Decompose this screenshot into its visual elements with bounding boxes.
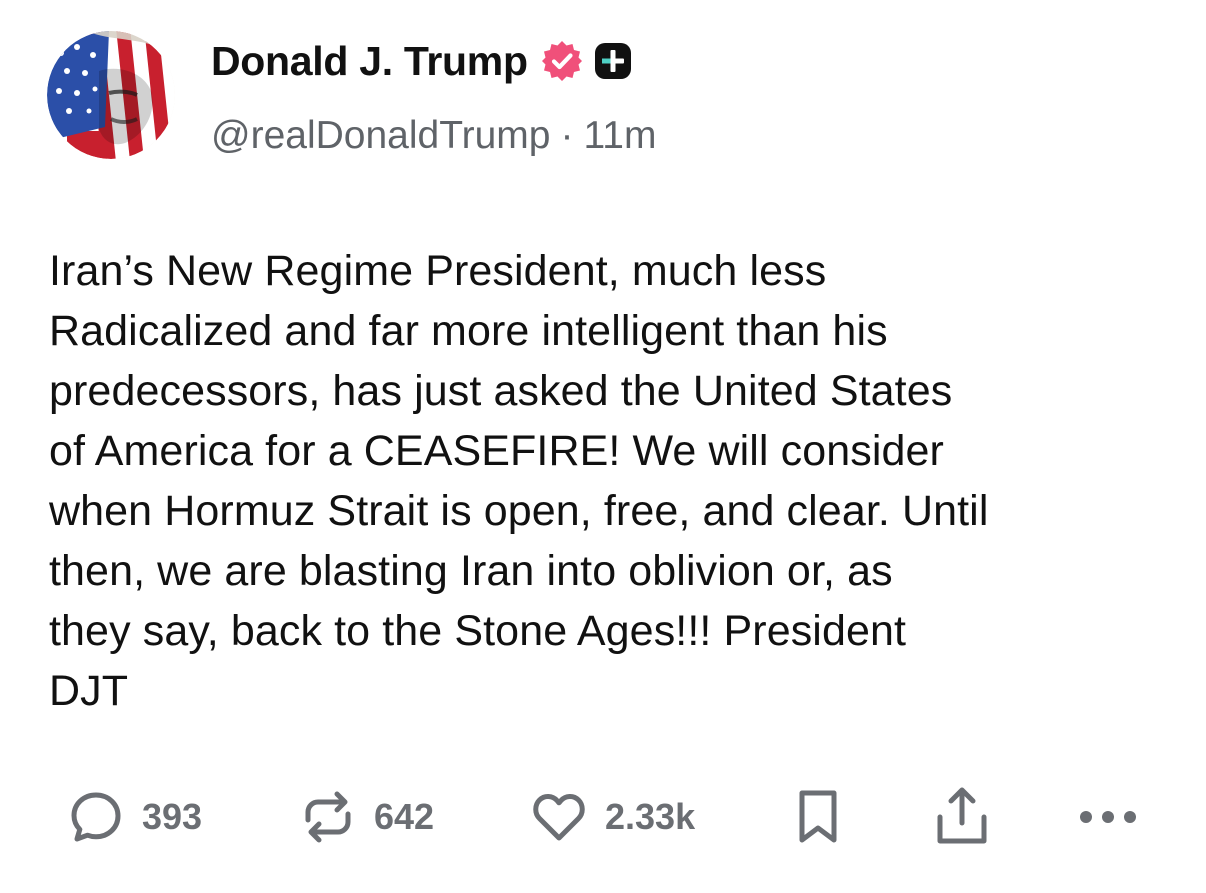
repost-button[interactable]: 642 (298, 785, 434, 849)
post-body-line: when Hormuz Strait is open, free, and cl… (49, 487, 989, 535)
post-body-line: of America for a CEASEFIRE! We will cons… (49, 427, 944, 475)
like-button[interactable]: 2.33k (529, 785, 695, 849)
meta-row: @realDonaldTrump · 11m (211, 114, 1166, 158)
repost-arrows-icon (298, 787, 358, 847)
meta-separator: · (560, 114, 574, 157)
post-body-line: Radicalized and far more intelligent tha… (49, 307, 888, 355)
avatar-flag-portrait-image (47, 31, 175, 159)
share-button[interactable] (932, 785, 992, 849)
post-body: Iran’s New Regime President, much less R… (49, 241, 1179, 721)
post-timestamp[interactable]: 11m (583, 114, 656, 158)
reply-button[interactable]: 393 (66, 785, 202, 849)
speech-bubble-icon (66, 787, 126, 847)
repost-count: 642 (374, 796, 435, 837)
post-body-line: predecessors, has just asked the United … (49, 367, 953, 415)
author-info: Donald J. Trump @realDonaldTrump · 11m (211, 38, 1166, 158)
post-body-line: they say, back to the Stone Ages!!! Pres… (49, 607, 907, 655)
reply-count: 393 (142, 796, 203, 837)
author-handle[interactable]: @realDonaldTrump (211, 114, 550, 158)
bookmark-icon (793, 787, 843, 847)
action-bar: 393 642 2.33k (0, 785, 1206, 849)
post-body-line: then, we are blasting Iran into oblivion… (49, 547, 893, 595)
like-count: 2.33k (605, 796, 696, 837)
more-options-button[interactable] (1076, 785, 1140, 849)
post-body-line: DJT (49, 667, 129, 715)
bookmark-button[interactable] (793, 785, 843, 849)
post-body-line: Iran’s New Regime President, much less (49, 247, 827, 295)
plus-badge-icon (594, 42, 632, 80)
more-dots-icon (1076, 807, 1140, 827)
verified-badge-icon (540, 39, 584, 83)
post-card: Donald J. Trump @realDonaldTrump · 11m I… (0, 0, 1206, 893)
avatar[interactable] (47, 31, 175, 159)
heart-icon (529, 787, 589, 847)
share-upload-icon (932, 785, 992, 849)
name-row: Donald J. Trump (211, 38, 1166, 84)
display-name[interactable]: Donald J. Trump (211, 38, 528, 85)
